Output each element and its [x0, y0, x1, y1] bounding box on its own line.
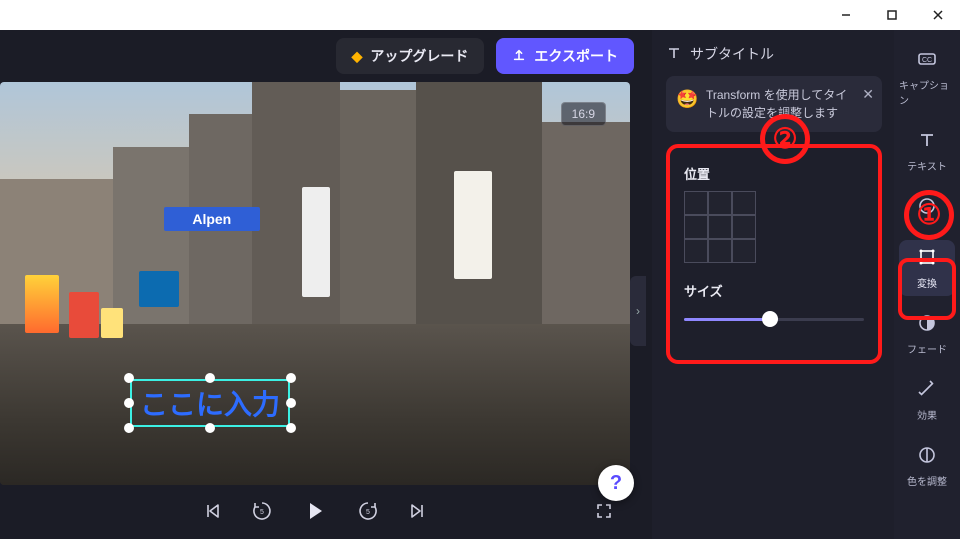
position-label: 位置 [684, 164, 864, 183]
export-button[interactable]: エクスポート [496, 38, 634, 74]
upgrade-label: アップグレード [370, 46, 468, 66]
rewind-5-button[interactable]: 5 [248, 497, 276, 525]
resize-handle[interactable] [124, 373, 134, 383]
resize-handle[interactable] [286, 398, 296, 408]
tool-transform[interactable]: 変換 [899, 240, 955, 296]
pos-cell-br[interactable] [732, 239, 756, 263]
pos-cell-ml[interactable] [684, 215, 708, 239]
transform-panel: 位置 サイズ [666, 144, 882, 364]
text-overlay-value[interactable]: ここに入力 [130, 379, 290, 427]
right-toolbar: CC キャプション テキスト 変換 フェード 効果 色を調整 [894, 30, 960, 539]
forward-5-button[interactable]: 5 [354, 497, 382, 525]
tool-label: 変換 [917, 275, 937, 290]
pos-cell-tc[interactable] [708, 191, 732, 215]
resize-handle[interactable] [286, 373, 296, 383]
preview-wrap: Alpen 16:9 ここに入力 5 [0, 82, 644, 539]
slider-fill [684, 318, 770, 321]
transform-icon [916, 246, 938, 271]
fade-icon [916, 312, 938, 337]
tool-crop[interactable] [899, 189, 955, 230]
play-button[interactable] [298, 494, 332, 528]
inspector-title: サブタイトル [690, 44, 774, 64]
tool-caption[interactable]: CC キャプション [899, 42, 955, 113]
playback-controls: 5 5 [0, 489, 630, 533]
pos-cell-tl[interactable] [684, 191, 708, 215]
tip-close-button[interactable]: ✕ [862, 84, 874, 105]
panel-collapse-toggle[interactable]: › [630, 276, 646, 346]
window-maximize-button[interactable] [876, 3, 908, 27]
inspector-header: サブタイトル [666, 44, 882, 64]
tool-label: テキスト [907, 158, 947, 173]
pos-cell-tr[interactable] [732, 191, 756, 215]
tool-label: 効果 [917, 407, 937, 422]
tip-card: 🤩 Transform を使用してタイトルの設定を調整します ✕ [666, 76, 882, 132]
caption-icon: CC [916, 48, 938, 73]
color-icon [916, 444, 938, 469]
resize-handle[interactable] [205, 373, 215, 383]
slider-thumb[interactable] [762, 311, 778, 327]
app-root: ◆ アップグレード エクスポート Alpen 16:9 ここに入力 [0, 30, 960, 539]
position-grid [684, 191, 756, 263]
export-label: エクスポート [534, 46, 618, 66]
tool-fade[interactable]: フェード [899, 306, 955, 362]
svg-text:CC: CC [922, 57, 932, 64]
pos-cell-mr[interactable] [732, 215, 756, 239]
resize-handle[interactable] [124, 423, 134, 433]
window-minimize-button[interactable] [830, 3, 862, 27]
top-toolbar: ◆ アップグレード エクスポート [0, 30, 652, 82]
resize-handle[interactable] [124, 398, 134, 408]
size-label: サイズ [684, 281, 864, 300]
svg-text:5: 5 [260, 509, 264, 516]
text-icon [666, 45, 682, 64]
tool-label: キャプション [899, 77, 955, 107]
text-icon [916, 129, 938, 154]
emoji-icon: 🤩 [676, 86, 698, 113]
pos-cell-bc[interactable] [708, 239, 732, 263]
size-slider[interactable] [684, 310, 864, 328]
pos-cell-bl[interactable] [684, 239, 708, 263]
skip-start-button[interactable] [198, 497, 226, 525]
inspector-panel: サブタイトル 🤩 Transform を使用してタイトルの設定を調整します ✕ … [652, 30, 894, 539]
tool-label: 色を調整 [907, 473, 947, 488]
aspect-ratio-badge[interactable]: 16:9 [561, 102, 606, 126]
building-sign: Alpen [164, 207, 260, 231]
resize-handle[interactable] [286, 423, 296, 433]
skip-end-button[interactable] [404, 497, 432, 525]
tip-text: Transform を使用してタイトルの設定を調整します [706, 88, 847, 120]
window-close-button[interactable] [922, 3, 954, 27]
fullscreen-button[interactable] [590, 497, 618, 525]
diamond-icon: ◆ [352, 48, 363, 65]
tool-color-adjust[interactable]: 色を調整 [899, 438, 955, 494]
upgrade-button[interactable]: ◆ アップグレード [336, 38, 485, 74]
video-preview[interactable]: Alpen 16:9 ここに入力 [0, 82, 630, 485]
text-overlay[interactable]: ここに入力 [130, 379, 290, 427]
pos-cell-mc[interactable] [708, 215, 732, 239]
main-area: ◆ アップグレード エクスポート Alpen 16:9 ここに入力 [0, 30, 652, 539]
svg-text:5: 5 [366, 509, 370, 516]
help-button[interactable]: ? [598, 465, 634, 501]
tool-effects[interactable]: 効果 [899, 372, 955, 428]
tool-text[interactable]: テキスト [899, 123, 955, 179]
window-titlebar [0, 0, 960, 30]
resize-handle[interactable] [205, 423, 215, 433]
effects-icon [916, 378, 938, 403]
tool-label: フェード [907, 341, 947, 356]
upload-icon [512, 48, 526, 65]
crop-icon [916, 195, 938, 220]
help-icon: ? [610, 472, 622, 495]
